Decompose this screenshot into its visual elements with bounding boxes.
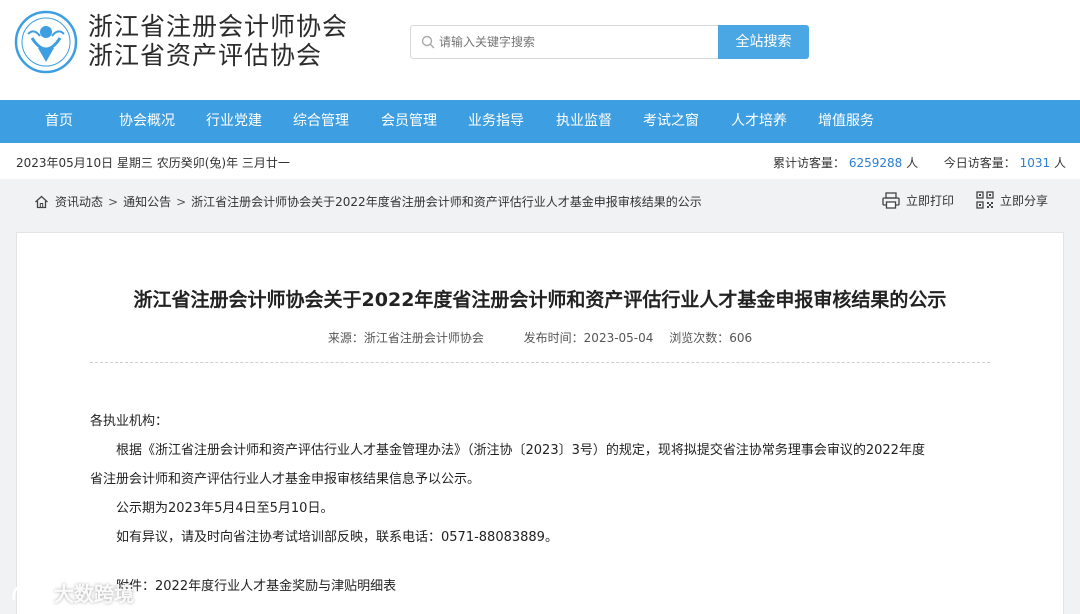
nav-general-management[interactable]: 综合管理 [286,100,356,143]
org-name-valuation: 浙江省资产评估协会 [88,41,323,70]
watermark-logo-icon [12,584,48,600]
nav-business-guidance[interactable]: 业务指导 [461,100,531,143]
breadcrumb: 资讯动态 > 通知公告 > 浙江省注册会计师协会关于2022年度省注册会计师和资… [34,193,702,210]
total-visits-count: 6259288 [848,156,903,170]
home-icon[interactable] [34,195,49,209]
nav-value-added-services[interactable]: 增值服务 [811,100,881,143]
nav-practice-supervision[interactable]: 执业监督 [549,100,619,143]
article-source: 来源：浙江省注册会计师协会 [327,331,484,345]
today-visits-unit: 人 [1053,156,1066,170]
total-visits-label: 累计访客量： [772,156,845,170]
current-date: 2023年05月10日 星期三 农历癸卯(兔)年 三月廿一 [16,156,290,170]
paragraph-objection: 如有异议，请及时向省注协考试培训部反映，联系电话：0571-88083889。 [116,530,558,545]
nav-party-building[interactable]: 行业党建 [199,100,269,143]
breadcrumb-current: 浙江省注册会计师协会关于2022年度省注册会计师和资产评估行业人才基金申报审核结… [191,195,702,209]
today-visits-count: 1031 [1019,156,1051,170]
nav-talent-training[interactable]: 人才培养 [724,100,794,143]
salutation: 各执业机构： [90,414,169,429]
article-actions: 立即打印 立即分享 [860,191,1048,209]
breadcrumb-notices[interactable]: 通知公告 [123,193,171,210]
watermark: 大数跨境 [10,578,134,607]
qrcode-icon [976,191,994,209]
breadcrumb-news[interactable]: 资讯动态 [55,193,103,210]
print-button[interactable]: 立即打印 [882,191,954,209]
info-bar: 2023年05月10日 星期三 农历癸卯(兔)年 三月廿一 累计访客量： 625… [0,143,1080,179]
article-view-count: 浏览次数：606 [669,331,753,345]
search-icon [421,35,435,49]
search-input[interactable] [439,28,715,56]
org-names: 浙江省注册会计师协会 浙江省资产评估协会 [88,12,348,70]
paragraph-period: 公示期为2023年5月4日至5月10日。 [116,501,334,516]
printer-icon [882,191,900,209]
nav-member-management[interactable]: 会员管理 [374,100,444,143]
nav-home[interactable]: 首页 [28,100,90,143]
site-header: 浙江省注册会计师协会 浙江省资产评估协会 全站搜索 [0,0,1080,100]
breadcrumb-separator: > [176,194,187,209]
attachment-link[interactable]: 附件：2022年度行业人才基金奖励与津贴明细表 [116,575,396,594]
search-box [410,25,720,59]
share-label: 立即分享 [999,193,1048,208]
org-name-cpa: 浙江省注册会计师协会 [88,12,349,41]
main-nav: 首页 协会概况 行业党建 综合管理 会员管理 业务指导 执业监督 考试之窗 人才… [0,100,1080,143]
nav-exam-window[interactable]: 考试之窗 [636,100,706,143]
watermark-text: 大数跨境 [54,582,134,606]
total-visits-unit: 人 [906,156,919,170]
paragraph-basis: 根据《浙江省注册会计师和资产评估行业人才基金管理办法》（浙注协〔2023〕3号）… [116,443,925,458]
share-button[interactable]: 立即分享 [976,191,1048,209]
meta-divider [90,362,990,363]
article-body: 各执业机构： 根据《浙江省注册会计师和资产评估行业人才基金管理办法》（浙注协〔2… [90,407,995,552]
nav-about[interactable]: 协会概况 [112,100,182,143]
association-logo[interactable] [14,10,78,74]
today-visits-label: 今日访客量： [943,156,1016,170]
article-title: 浙江省注册会计师协会关于2022年度省注册会计师和资产评估行业人才基金申报审核结… [133,289,947,311]
visitor-stats: 累计访客量： 6259288 人 今日访客量： 1031 人 [773,154,1066,171]
print-label: 立即打印 [905,193,954,208]
article-meta: 来源：浙江省注册会计师协会 发布时间：2023-05-04 浏览次数：606 [0,329,1080,346]
breadcrumb-separator: > [108,194,119,209]
paragraph-basis-continued: 省注册会计师和资产评估行业人才基金申报审核结果信息予以公示。 [90,472,481,487]
article-publish-date: 发布时间：2023-05-04 [523,331,654,345]
site-search-button[interactable]: 全站搜索 [718,25,809,59]
